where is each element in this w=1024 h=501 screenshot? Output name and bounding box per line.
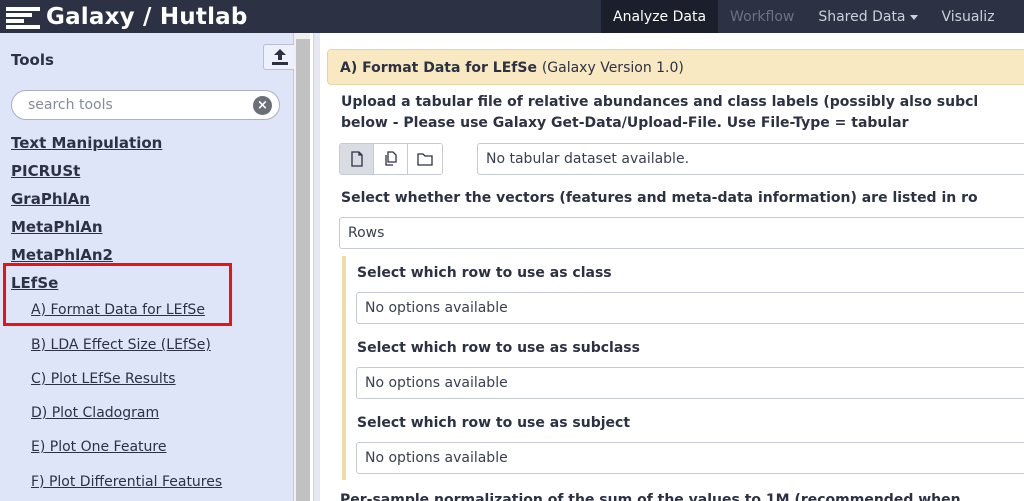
tool-panel-header: Tools	[0, 33, 294, 78]
upload-label-line2: below - Please use Galaxy Get-Data/Uploa…	[341, 115, 909, 131]
subclass-label: Select which row to use as subclass	[357, 340, 640, 356]
form-version: (Galaxy Version 1.0)	[541, 60, 684, 76]
panel-divider[interactable]	[313, 33, 320, 501]
caret-down-icon	[909, 15, 918, 20]
upload-icon	[272, 49, 288, 65]
search-input[interactable]	[28, 96, 248, 114]
subject-select[interactable]: No options available	[356, 442, 1024, 474]
center-panel: A) Format Data for LEfSe (Galaxy Version…	[320, 33, 1024, 501]
nav-visualize[interactable]: Visualiz	[930, 0, 1007, 33]
upload-button[interactable]	[263, 44, 297, 70]
folder-icon	[417, 153, 433, 166]
tool-plot-lefse-results[interactable]: C) Plot LEfSe Results	[31, 371, 176, 387]
section-text-manipulation[interactable]: Text Manipulation	[11, 134, 162, 152]
dataset-collection-button[interactable]	[408, 144, 442, 174]
files-icon	[384, 151, 397, 166]
nav-shared-data-label: Shared Data	[818, 8, 906, 25]
tool-plot-one-feature[interactable]: E) Plot One Feature	[31, 439, 166, 455]
dataset-source-buttons	[339, 143, 443, 175]
normalization-label: Per-sample normalization of the sum of t…	[340, 492, 961, 501]
subject-label: Select which row to use as subject	[357, 415, 631, 431]
subclass-select[interactable]: No options available	[356, 367, 1024, 399]
tool-panel-scroll-thumb[interactable]	[296, 39, 310, 501]
highlight-box	[3, 263, 232, 326]
section-metaphlan2[interactable]: MetaPhlAn2	[11, 246, 113, 264]
nav-analyze-data[interactable]: Analyze Data	[601, 0, 719, 33]
vectors-label: Select whether the vectors (features and…	[341, 190, 978, 206]
tool-plot-differential-features[interactable]: F) Plot Differential Features	[31, 474, 222, 490]
upload-label-line1: Upload a tabular file of relative abunda…	[341, 94, 979, 110]
section-metaphlan[interactable]: MetaPhlAn	[11, 218, 103, 236]
form-title-text: A) Format Data for LEfSe	[340, 60, 537, 76]
class-select[interactable]: No options available	[356, 292, 1024, 324]
dataset-select[interactable]: No tabular dataset available.	[477, 143, 1024, 175]
form-title: A) Format Data for LEfSe (Galaxy Version…	[340, 60, 684, 76]
galaxy-logo-icon	[6, 6, 40, 29]
section-graphlan[interactable]: GraPhlAn	[11, 190, 90, 208]
brand-link[interactable]: Galaxy / Hutlab	[6, 0, 248, 33]
section-picrust[interactable]: PICRUSt	[11, 162, 80, 180]
tool-panel-title: Tools	[11, 51, 54, 69]
vectors-select[interactable]: Rows	[339, 217, 1024, 249]
tool-plot-cladogram[interactable]: D) Plot Cladogram	[31, 405, 159, 421]
file-icon	[350, 151, 363, 167]
nav-shared-data[interactable]: Shared Data	[806, 0, 929, 33]
masthead: Galaxy / Hutlab Analyze Data Workflow Sh…	[0, 0, 1024, 33]
single-dataset-button[interactable]	[340, 144, 374, 174]
clear-search-icon[interactable]: ×	[253, 96, 272, 115]
search-box: ×	[11, 90, 280, 120]
class-label: Select which row to use as class	[357, 265, 612, 281]
form-header: A) Format Data for LEfSe (Galaxy Version…	[327, 49, 1024, 85]
main-nav: Analyze Data Workflow Shared Data Visual…	[601, 0, 1007, 33]
nav-workflow[interactable]: Workflow	[718, 0, 806, 33]
tool-lda-effect-size[interactable]: B) LDA Effect Size (LEfSe)	[31, 337, 211, 353]
multiple-datasets-button[interactable]	[374, 144, 408, 174]
brand-title: Galaxy / Hutlab	[46, 3, 248, 30]
tool-panel: Tools × Text Manipulation PICRUSt GraPhl…	[0, 33, 297, 501]
